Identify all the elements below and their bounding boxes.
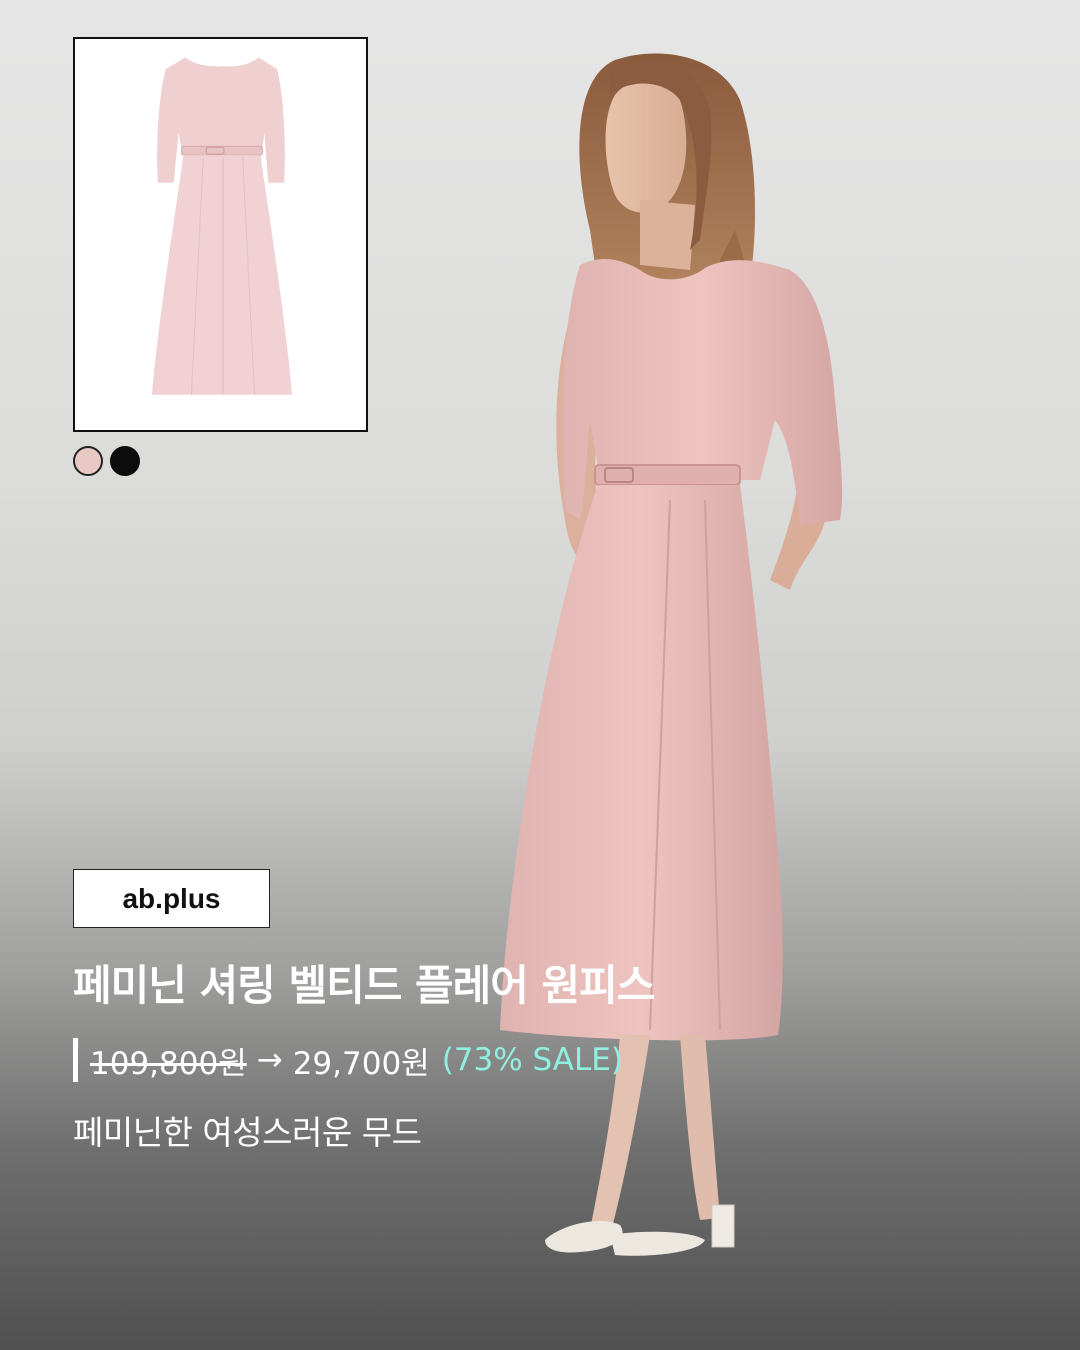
dress-thumbnail-image bbox=[151, 57, 293, 395]
product-thumbnail[interactable] bbox=[73, 37, 368, 432]
discount-label: (73% SALE) bbox=[441, 1042, 623, 1078]
product-title: 페미닌 셔링 벨티드 플레어 원피스 bbox=[73, 961, 655, 1010]
color-swatch-black[interactable] bbox=[110, 446, 140, 476]
color-swatch-pink[interactable] bbox=[73, 446, 103, 476]
brand-tag[interactable]: ab.plus bbox=[73, 869, 270, 928]
price-row: 109,800원 → 29,700원 (73% SALE) bbox=[73, 1036, 623, 1084]
product-card: ab.plus 페미닌 셔링 벨티드 플레어 원피스 109,800원 → 29… bbox=[0, 0, 1080, 1350]
arrow-right-icon: → bbox=[256, 1042, 283, 1078]
sale-price: 29,700원 bbox=[292, 1045, 430, 1082]
price-accent-bar bbox=[73, 1038, 78, 1082]
original-price: 109,800원 bbox=[90, 1045, 247, 1082]
product-description: 페미닌한 여성스러운 무드 bbox=[73, 1113, 422, 1152]
